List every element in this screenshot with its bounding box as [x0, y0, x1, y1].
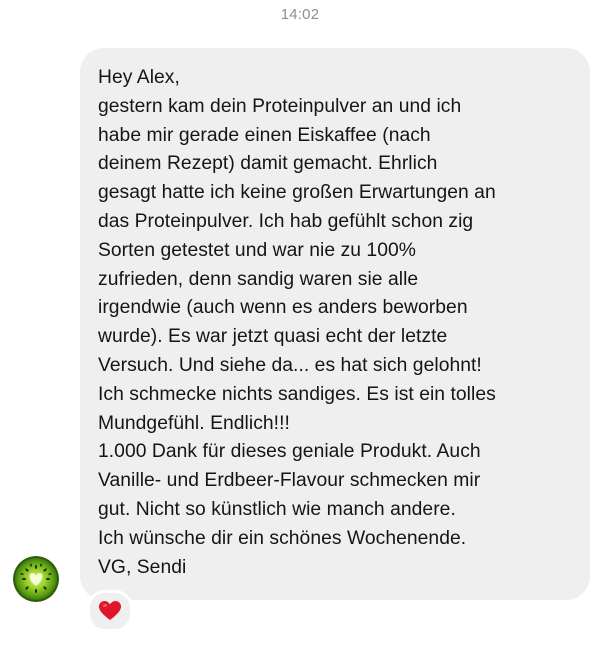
- heart-icon: [99, 601, 121, 620]
- message-line: zufrieden, denn sandig waren sie alle: [98, 268, 419, 290]
- message-line: Ich schmecke nichts sandiges. Es ist ein…: [98, 383, 496, 405]
- message-line: Ich wünsche dir ein schönes Wochenende.: [98, 527, 467, 549]
- message-line: Mundgefühl. Endlich!!!: [98, 412, 290, 434]
- message-line: gesagt hatte ich keine großen Erwartunge…: [98, 182, 496, 204]
- message-line: gut. Nicht so künstlich wie manch andere…: [98, 498, 456, 520]
- message-line: Hey Alex,: [98, 67, 180, 88]
- message-line: habe mir gerade einen Eiskaffee (nach: [98, 124, 431, 146]
- heart-reaction[interactable]: [87, 590, 133, 632]
- message-line: deinem Rezept) damit gemacht. Ehrlich: [98, 153, 438, 175]
- message-line: Vanille- und Erdbeer-Flavour schmecken m…: [98, 470, 481, 492]
- message-line: 1.000 Dank für dieses geniale Produkt. A…: [98, 441, 481, 463]
- message-line: wurde). Es war jetzt quasi echt der letz…: [98, 326, 448, 348]
- message-line: das Proteinpulver. Ich hab gefühlt schon…: [98, 210, 474, 232]
- message-line: Versuch. Und siehe da... es hat sich gel…: [98, 354, 482, 376]
- kiwi-heart-icon: [13, 556, 59, 602]
- message-line: VG, Sendi: [98, 556, 187, 578]
- message-line: irgendwie (auch wenn es anders beworben: [98, 297, 468, 319]
- message-line: gestern kam dein Proteinpulver an und ic…: [98, 95, 462, 117]
- message-line: Sorten getestet und war nie zu 100%: [98, 239, 416, 261]
- message-bubble[interactable]: Hey Alex, gestern kam dein Proteinpulver…: [80, 48, 590, 600]
- sender-avatar[interactable]: [13, 556, 59, 602]
- message-timestamp: 14:02: [280, 6, 320, 23]
